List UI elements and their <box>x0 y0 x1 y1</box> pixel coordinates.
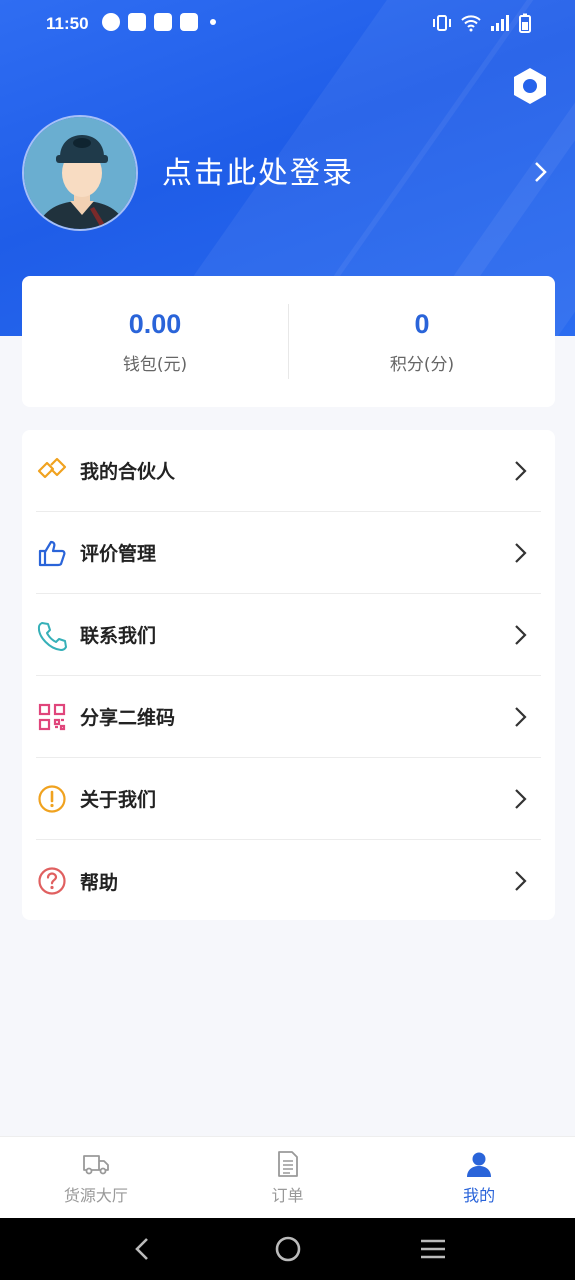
menu-item-label: 我的合伙人 <box>80 461 176 483</box>
truck-icon <box>82 1154 109 1174</box>
points-label: 积分(分) <box>389 354 455 375</box>
question-circle-icon <box>38 867 66 895</box>
qr-grid-icon <box>38 703 66 730</box>
wifi-icon <box>461 15 481 32</box>
menu-item-label: 分享二维码 <box>80 707 176 729</box>
tab-orders[interactable]: 订单 <box>192 1137 384 1218</box>
shopping-bag-icon <box>154 13 172 31</box>
status-time: 11:50 <box>46 14 89 33</box>
more-dot-icon <box>210 19 216 25</box>
phone-icon <box>37 621 67 651</box>
menu-item-about[interactable]: 关于我们 <box>36 758 541 840</box>
chevron-right-icon <box>515 707 527 727</box>
menu-item-share-qr[interactable]: 分享二维码 <box>36 676 541 758</box>
home-icon[interactable] <box>273 1234 303 1264</box>
chevron-right-icon[interactable] <box>532 160 550 184</box>
menu-list: 我的合伙人 评价管理 联系我们 分享二维码 关于我们 帮助 <box>22 430 555 920</box>
menu-item-partners[interactable]: 我的合伙人 <box>36 430 541 512</box>
avatar[interactable] <box>22 115 138 231</box>
document-icon <box>277 1150 298 1177</box>
settings-gear-icon[interactable] <box>510 66 550 106</box>
person-icon <box>467 1152 492 1177</box>
status-bar: 11:50 <box>0 0 575 48</box>
signal-icon <box>491 15 509 31</box>
menu-item-help[interactable]: 帮助 <box>36 840 541 922</box>
tab-cargo-hall[interactable]: 货源大厅 <box>0 1137 192 1218</box>
driver-avatar-icon <box>24 117 136 229</box>
stats-card: 0.00 钱包(元) 0 积分(分) <box>22 276 555 407</box>
tab-label: 我的 <box>463 1185 496 1205</box>
exclamation-circle-icon <box>38 784 66 813</box>
system-icons <box>432 13 531 33</box>
speed-icon <box>102 13 120 31</box>
wallet-stat[interactable]: 0.00 钱包(元) <box>22 276 288 407</box>
bottom-tab-bar: 货源大厅 订单 我的 <box>0 1136 575 1218</box>
tab-label: 货源大厅 <box>63 1185 128 1205</box>
chevron-right-icon <box>515 625 527 645</box>
notification-icons <box>102 13 216 31</box>
chevron-right-icon <box>515 789 527 809</box>
tab-label: 订单 <box>271 1185 304 1205</box>
menu-item-label: 评价管理 <box>80 543 157 565</box>
menu-item-label: 关于我们 <box>80 789 157 811</box>
partner-icon <box>37 457 67 478</box>
wallet-label: 钱包(元) <box>122 354 188 375</box>
shopping-bag-icon <box>128 13 146 31</box>
wallet-value: 0.00 <box>128 308 182 339</box>
menu-item-reviews[interactable]: 评价管理 <box>36 512 541 594</box>
shopping-bag-icon <box>180 13 198 31</box>
chevron-right-icon <box>515 543 527 563</box>
thumb-up-icon <box>38 540 66 566</box>
chevron-right-icon <box>515 871 527 891</box>
back-icon[interactable] <box>128 1234 158 1264</box>
vibrate-icon <box>433 15 451 31</box>
menu-icon[interactable] <box>418 1234 448 1264</box>
login-prompt[interactable]: 点击此处登录 <box>162 148 354 192</box>
menu-item-label: 帮助 <box>80 871 119 894</box>
battery-icon <box>519 13 531 33</box>
tab-mine[interactable]: 我的 <box>383 1137 575 1218</box>
chevron-right-icon <box>515 461 527 481</box>
points-value: 0 <box>414 308 430 339</box>
system-navigation-bar <box>0 1218 575 1280</box>
menu-item-label: 联系我们 <box>80 625 157 647</box>
menu-item-contact[interactable]: 联系我们 <box>36 594 541 676</box>
points-stat[interactable]: 0 积分(分) <box>289 276 555 407</box>
